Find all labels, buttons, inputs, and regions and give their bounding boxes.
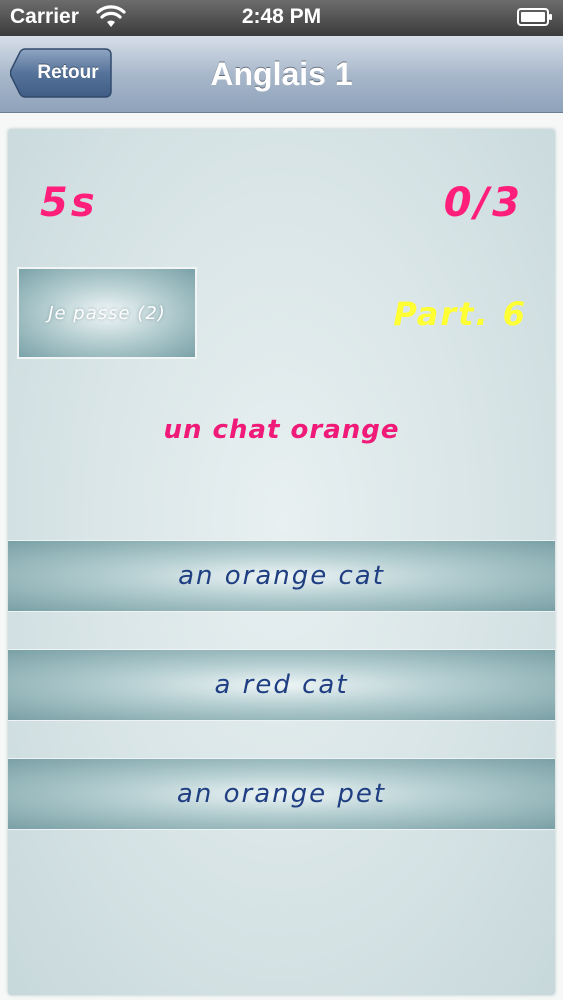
answer-button-3[interactable]: an orange pet [8, 758, 555, 830]
page-title: Anglais 1 [210, 56, 353, 92]
skip-button-label: Je passe (2) [48, 302, 166, 324]
navigation-bar: Retour Anglais 1 [0, 36, 563, 113]
part-label: Part. 6 [393, 295, 527, 333]
battery-icon [517, 8, 552, 26]
timer-label: 5s [40, 180, 98, 226]
score-label: 0/3 [443, 180, 523, 226]
answer-button-1[interactable]: an orange cat [8, 540, 555, 612]
status-bar: Carrier 2:48 PM [0, 0, 563, 36]
answer-label: an orange pet [176, 779, 387, 809]
answer-button-2[interactable]: a red cat [8, 649, 555, 721]
question-text: un chat orange [163, 415, 400, 445]
answer-label: a red cat [214, 670, 349, 700]
answer-label: an orange cat [178, 561, 385, 591]
skip-button[interactable]: Je passe (2) [17, 267, 197, 359]
status-time: 2:48 PM [241, 5, 322, 28]
